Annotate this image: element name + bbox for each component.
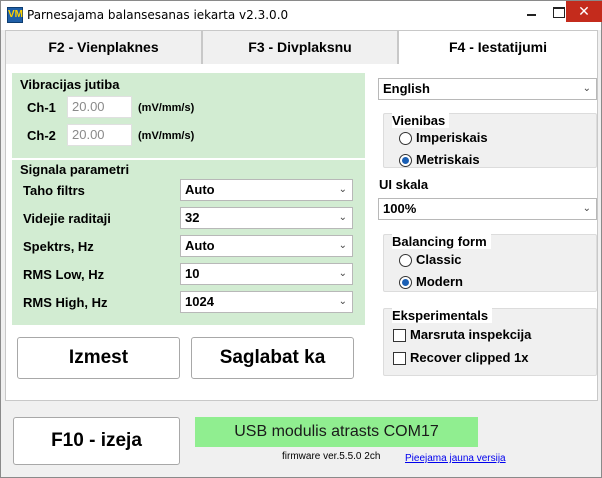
spectrum-select[interactable]: Auto ⌄ bbox=[180, 235, 353, 257]
balancing-form-group: Balancing form Classic Modern bbox=[383, 234, 597, 292]
chevron-down-icon: ⌄ bbox=[338, 212, 347, 223]
chevron-down-icon: ⌄ bbox=[582, 203, 591, 214]
chevron-down-icon: ⌄ bbox=[338, 184, 347, 195]
ui-scale-label: UI skala bbox=[379, 177, 429, 192]
title-bar: VM Parnesajama balansesanas iekarta v2.3… bbox=[1, 1, 602, 30]
route-inspection-label[interactable]: Marsruta inspekcija bbox=[410, 327, 531, 342]
chevron-down-icon: ⌄ bbox=[338, 240, 347, 251]
ch2-unit-label: (mV/mm/s) bbox=[138, 130, 195, 142]
language-select[interactable]: English ⌄ bbox=[378, 78, 597, 100]
language-value: English bbox=[383, 81, 430, 96]
tacho-filter-value: Auto bbox=[185, 182, 215, 197]
tab-two-plane[interactable]: F3 - Divplaksnu bbox=[202, 30, 398, 64]
rms-high-label: RMS High, Hz bbox=[23, 295, 108, 310]
units-imperial-radio[interactable] bbox=[399, 132, 412, 145]
recover-clipped-checkbox[interactable] bbox=[393, 352, 406, 365]
firmware-version-label: firmware ver.5.5.0 2ch bbox=[282, 451, 381, 462]
footer-bar: F10 - izeja USB modulis atrasts COM17 fi… bbox=[2, 403, 600, 477]
save-as-button[interactable]: Saglabat ka bbox=[191, 337, 354, 379]
tab-settings[interactable]: F4 - Iestatijumi bbox=[398, 30, 598, 66]
window-title: Parnesajama balansesanas iekarta v2.3.0.… bbox=[27, 8, 289, 22]
balancing-form-title: Balancing form bbox=[392, 234, 491, 249]
route-inspection-checkbox[interactable] bbox=[393, 329, 406, 342]
close-button[interactable]: ✕ bbox=[566, 1, 602, 22]
tacho-filter-select[interactable]: Auto ⌄ bbox=[180, 179, 353, 201]
experimental-title: Eksperimentals bbox=[392, 308, 493, 323]
reset-button[interactable]: Izmest bbox=[17, 337, 180, 379]
rms-low-label: RMS Low, Hz bbox=[23, 267, 105, 282]
vibration-sensitivity-group: Vibracijas jutiba Ch-1 20.00 (mV/mm/s) C… bbox=[12, 73, 365, 158]
new-version-link[interactable]: Pieejama jauna versija bbox=[405, 453, 506, 464]
balancing-classic-radio[interactable] bbox=[399, 254, 412, 267]
signal-parameters-title: Signala parametri bbox=[20, 162, 130, 177]
minimize-button[interactable] bbox=[518, 1, 545, 22]
units-imperial-label[interactable]: Imperiskais bbox=[416, 130, 488, 145]
ch1-sensitivity-input[interactable]: 20.00 bbox=[67, 96, 132, 118]
ch1-label: Ch-1 bbox=[27, 100, 56, 115]
units-title: Vienibas bbox=[392, 113, 450, 128]
balancing-classic-label[interactable]: Classic bbox=[416, 252, 462, 267]
ch2-label: Ch-2 bbox=[27, 128, 56, 143]
spectrum-value: Auto bbox=[185, 238, 215, 253]
exit-button[interactable]: F10 - izeja bbox=[13, 417, 180, 465]
rms-high-value: 1024 bbox=[185, 294, 214, 309]
rms-high-select[interactable]: 1024 ⌄ bbox=[180, 291, 353, 313]
ch2-sensitivity-input[interactable]: 20.00 bbox=[67, 124, 132, 146]
chevron-down-icon: ⌄ bbox=[582, 83, 591, 94]
units-group: Vienibas Imperiskais Metriskais bbox=[383, 113, 597, 168]
rms-low-value: 10 bbox=[185, 266, 200, 281]
spectrum-label: Spektrs, Hz bbox=[23, 239, 94, 254]
chevron-down-icon: ⌄ bbox=[338, 296, 347, 307]
balancing-modern-label[interactable]: Modern bbox=[416, 274, 463, 289]
app-window: VM Parnesajama balansesanas iekarta v2.3… bbox=[0, 0, 602, 478]
signal-parameters-group: Signala parametri Taho filtrs Auto ⌄ Vid… bbox=[12, 160, 365, 325]
usb-status-indicator: USB modulis atrasts COM17 bbox=[195, 417, 478, 447]
ui-scale-value: 100% bbox=[383, 201, 417, 216]
averages-value: 32 bbox=[185, 210, 200, 225]
vibration-sensitivity-title: Vibracijas jutiba bbox=[20, 77, 120, 92]
units-metric-radio[interactable] bbox=[399, 154, 412, 167]
ch1-unit-label: (mV/mm/s) bbox=[138, 102, 195, 114]
chevron-down-icon: ⌄ bbox=[338, 268, 347, 279]
rms-low-select[interactable]: 10 ⌄ bbox=[180, 263, 353, 285]
units-metric-label[interactable]: Metriskais bbox=[416, 152, 480, 167]
recover-clipped-label[interactable]: Recover clipped 1x bbox=[410, 350, 529, 365]
balancing-modern-radio[interactable] bbox=[399, 276, 412, 289]
settings-panel: Vibracijas jutiba Ch-1 20.00 (mV/mm/s) C… bbox=[5, 64, 598, 401]
tab-strip: F2 - Vienplaknes F3 - Divplaksnu F4 - Ie… bbox=[5, 30, 598, 66]
ui-scale-select[interactable]: 100% ⌄ bbox=[378, 198, 597, 220]
averages-select[interactable]: 32 ⌄ bbox=[180, 207, 353, 229]
experimental-group: Eksperimentals Marsruta inspekcija Recov… bbox=[383, 308, 597, 376]
averages-label: Videjie raditaji bbox=[23, 211, 111, 226]
app-logo-icon: VM bbox=[7, 7, 23, 23]
tab-single-plane[interactable]: F2 - Vienplaknes bbox=[5, 30, 202, 64]
tacho-filter-label: Taho filtrs bbox=[23, 183, 85, 198]
